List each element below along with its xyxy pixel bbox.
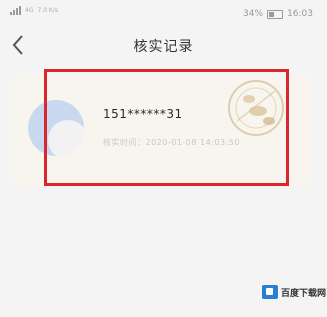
network-label: 4G: [25, 6, 34, 14]
battery-percent: 34%: [243, 9, 264, 19]
watermark-logo-icon: [262, 285, 278, 299]
watermark-text: 百度下载网: [281, 288, 327, 299]
watermark: 百度下载网: [262, 285, 326, 299]
page-title: 核实记录: [133, 39, 194, 55]
status-bar-right: 34% 16:03: [243, 9, 313, 19]
network-speed: 7.0 K/s: [37, 6, 58, 14]
signal-icon: [10, 6, 21, 15]
battery-icon: [267, 9, 284, 19]
status-bar: 4G 7.0 K/s 34% 16:03: [0, 0, 327, 30]
highlight-frame: [44, 69, 289, 186]
clock: 16:03: [287, 9, 313, 19]
top-nav-bar: 核实记录: [0, 28, 327, 64]
status-bar-left: 4G 7.0 K/s: [10, 6, 58, 15]
